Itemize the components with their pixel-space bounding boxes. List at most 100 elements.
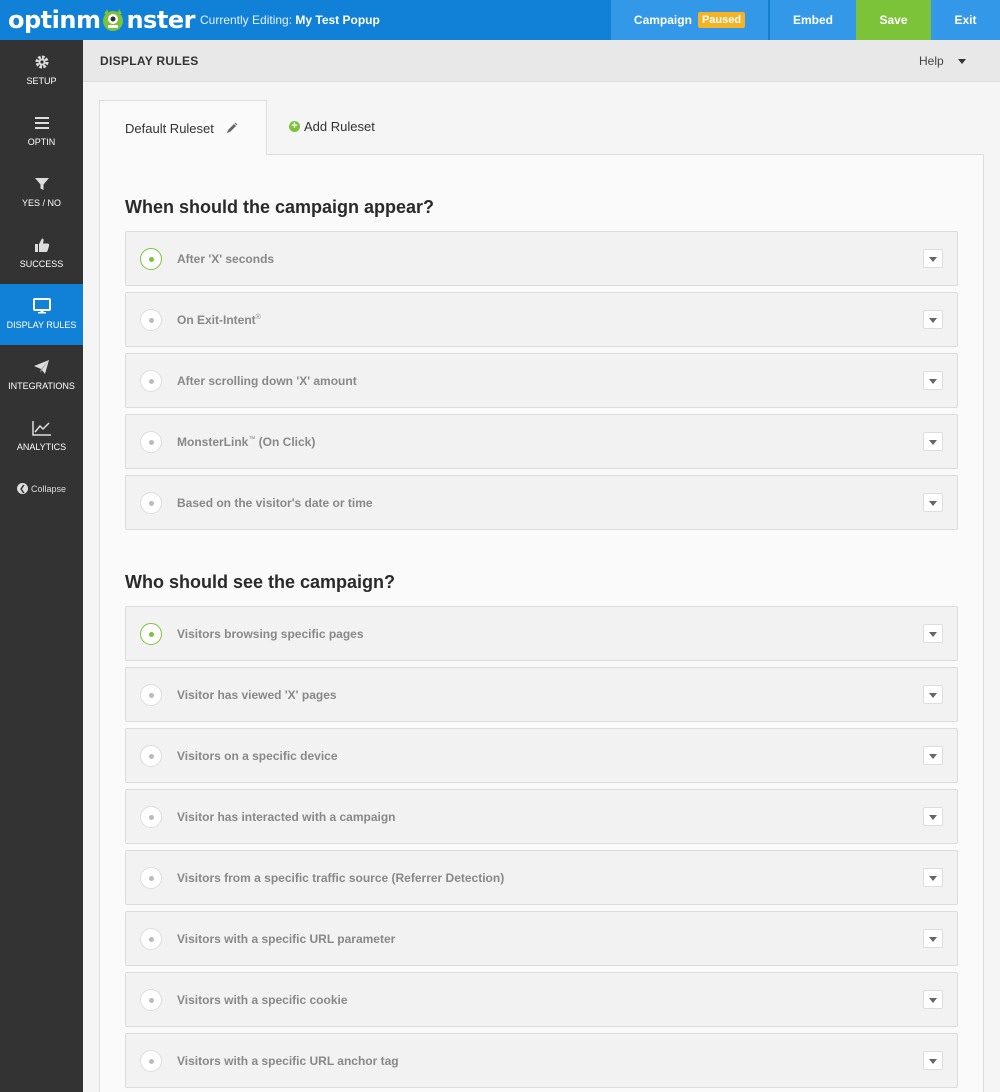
sidebar-item-yes-no[interactable]: Yes / No — [0, 162, 83, 223]
sidebar-item-success[interactable]: Success — [0, 223, 83, 284]
sidebar-item-label: Setup — [26, 76, 57, 86]
chevron-down-icon[interactable] — [923, 371, 943, 390]
chevron-down-icon[interactable] — [923, 868, 943, 887]
radio-enabled-icon[interactable] — [140, 623, 162, 645]
rule-label: Visitors browsing specific pages — [177, 627, 364, 641]
rule-specific-pages[interactable]: Visitors browsing specific pages — [125, 606, 958, 661]
exit-button[interactable]: Exit — [931, 0, 1000, 40]
save-button[interactable]: Save — [856, 0, 931, 40]
sidebar-item-setup[interactable]: Setup — [0, 40, 83, 101]
radio-icon[interactable] — [140, 492, 162, 514]
chevron-down-icon[interactable] — [923, 493, 943, 512]
optinmonster-logo[interactable]: optinm nster — [8, 6, 195, 34]
add-ruleset-label: Add Ruleset — [304, 119, 375, 134]
gear-icon — [35, 55, 48, 69]
section-title-when: When should the campaign appear? — [125, 197, 435, 217]
rule-label: After scrolling down 'X' amount — [177, 374, 357, 388]
rule-after-x-seconds[interactable]: After 'X' seconds — [125, 231, 958, 286]
rule-label: Visitors from a specific traffic source … — [177, 871, 505, 885]
chart-icon — [31, 421, 51, 436]
chevron-down-icon[interactable] — [923, 746, 943, 765]
paper-plane-icon — [34, 360, 49, 374]
radio-icon[interactable] — [140, 309, 162, 331]
rule-label: After 'X' seconds — [177, 252, 275, 266]
rule-scroll-amount[interactable]: After scrolling down 'X' amount — [125, 353, 958, 408]
radio-icon[interactable] — [140, 928, 162, 950]
rule-label: Visitor has interacted with a campaign — [177, 810, 396, 824]
chevron-down-icon[interactable] — [923, 1051, 943, 1070]
chevron-down-icon[interactable] — [923, 685, 943, 704]
sidebar-item-label: Analytics — [16, 442, 67, 452]
campaign-name: My Test Popup — [295, 13, 380, 27]
sidebar-item-display-rules[interactable]: Display Rules — [0, 284, 83, 345]
page-title: DISPLAY RULES — [100, 54, 199, 68]
sidebar-item-optin[interactable]: Optin — [0, 101, 83, 162]
sidebar-item-label: Yes / No — [21, 198, 61, 208]
page-header: DISPLAY RULES Help — [83, 40, 1000, 82]
chevron-down-icon[interactable] — [923, 249, 943, 268]
chevron-down-icon[interactable] — [923, 310, 943, 329]
main-content: Default Ruleset + Add Ruleset When shoul… — [99, 100, 984, 1092]
radio-icon[interactable] — [140, 806, 162, 828]
sidebar-item-integrations[interactable]: Integrations — [0, 345, 83, 406]
chevron-down-icon[interactable] — [923, 929, 943, 948]
rule-specific-device[interactable]: Visitors on a specific device — [125, 728, 958, 783]
sidebar-item-label: Success — [19, 259, 64, 269]
radio-icon[interactable] — [140, 431, 162, 453]
rule-date-time[interactable]: Based on the visitor's date or time — [125, 475, 958, 530]
tab-label: Default Ruleset — [125, 120, 214, 136]
rule-traffic-source[interactable]: Visitors from a specific traffic source … — [125, 850, 958, 905]
menu-icon — [34, 117, 49, 129]
rule-label: On Exit-Intent® — [177, 313, 261, 327]
rule-viewed-x-pages[interactable]: Visitor has viewed 'X' pages — [125, 667, 958, 722]
section-title-who: Who should see the campaign? — [125, 572, 396, 592]
sidebar-item-label: Integrations — [8, 381, 75, 391]
rule-label: Based on the visitor's date or time — [177, 496, 373, 510]
tab-default-ruleset[interactable]: Default Ruleset — [99, 100, 267, 155]
logo-text-end: nster — [126, 6, 195, 34]
campaign-status-button[interactable]: Campaign Paused — [611, 0, 768, 40]
embed-button[interactable]: Embed — [769, 0, 856, 40]
radio-icon[interactable] — [140, 684, 162, 706]
rule-monsterlink[interactable]: MonsterLink™ (On Click) — [125, 414, 958, 469]
sidebar: Setup Optin Yes / No Success Display Rul… — [0, 40, 83, 1092]
rule-label: Visitors with a specific cookie — [177, 993, 348, 1007]
monitor-icon — [32, 298, 51, 314]
sidebar-item-label: Display Rules — [6, 320, 77, 330]
campaign-label: Campaign — [633, 13, 692, 27]
logo-text-start: optinm — [8, 6, 101, 34]
radio-enabled-icon[interactable] — [140, 248, 162, 270]
editing-prefix: Currently Editing: — [200, 13, 293, 27]
help-label: Help — [919, 54, 944, 68]
rule-interacted-campaign[interactable]: Visitor has interacted with a campaign — [125, 789, 958, 844]
plus-circle-icon: + — [289, 121, 300, 132]
rule-exit-intent[interactable]: On Exit-Intent® — [125, 292, 958, 347]
chevron-down-icon[interactable] — [923, 807, 943, 826]
chevron-down-icon[interactable] — [923, 432, 943, 451]
help-dropdown[interactable]: Help — [919, 54, 966, 68]
pencil-icon[interactable] — [226, 122, 238, 134]
rule-label: Visitors on a specific device — [177, 749, 338, 763]
rule-url-anchor[interactable]: Visitors with a specific URL anchor tag — [125, 1033, 958, 1088]
chevron-down-icon[interactable] — [923, 624, 943, 643]
chevron-down-icon[interactable] — [923, 990, 943, 1009]
arrow-left-icon: ❮ — [16, 483, 28, 494]
thumbs-up-icon — [34, 238, 49, 252]
filter-icon — [34, 178, 49, 190]
ruleset-panel: When should the campaign appear? After '… — [99, 154, 984, 1092]
radio-icon[interactable] — [140, 745, 162, 767]
paused-badge: Paused — [697, 12, 746, 28]
sidebar-item-analytics[interactable]: Analytics — [0, 406, 83, 467]
collapse-button[interactable]: ❮ Collapse — [0, 483, 83, 494]
rule-url-parameter[interactable]: Visitors with a specific URL parameter — [125, 911, 958, 966]
monster-mascot-icon — [101, 8, 125, 32]
radio-icon[interactable] — [140, 370, 162, 392]
chevron-down-icon — [957, 58, 966, 64]
rule-cookie[interactable]: Visitors with a specific cookie — [125, 972, 958, 1027]
radio-icon[interactable] — [140, 989, 162, 1011]
radio-icon[interactable] — [140, 867, 162, 889]
rule-label: Visitors with a specific URL anchor tag — [177, 1054, 399, 1068]
add-ruleset-button[interactable]: + Add Ruleset — [289, 119, 375, 134]
radio-icon[interactable] — [140, 1050, 162, 1072]
rule-label: Visitors with a specific URL parameter — [177, 932, 396, 946]
